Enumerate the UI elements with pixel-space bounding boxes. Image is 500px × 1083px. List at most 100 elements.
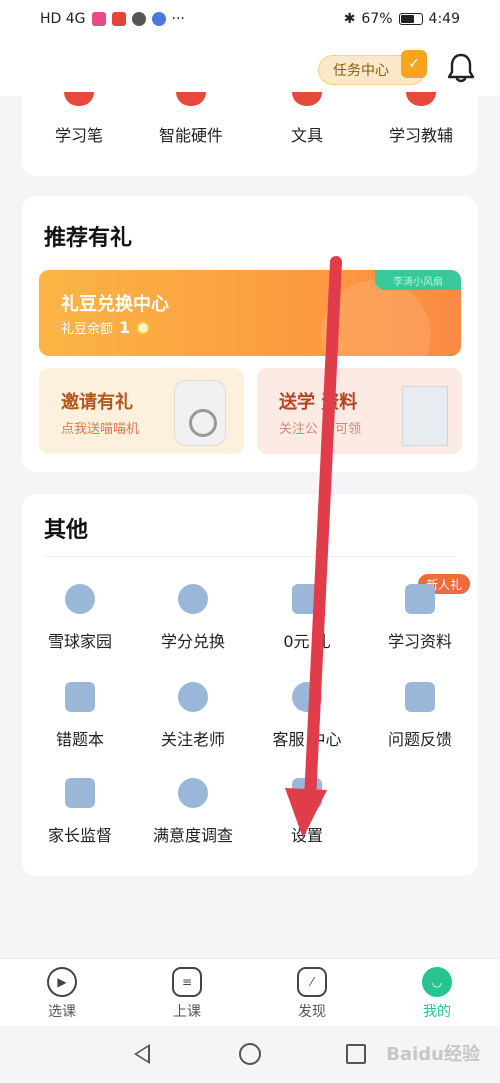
grid-label: 设置 xyxy=(290,826,323,845)
study-material-banner[interactable]: 送学 资料 关注公 号可领 xyxy=(257,368,462,454)
chat-icon: ≡ xyxy=(172,967,202,997)
other-card: 其他 新人礼 雪球家园 学分兑换 0元 礼 学习资料 错题本 关注老师 客服 中… xyxy=(22,494,478,876)
category-label: 学习笔 xyxy=(54,126,103,145)
tab-attend-class[interactable]: ≡ 上课 xyxy=(147,967,227,1021)
category-label: 智能硬件 xyxy=(158,126,223,145)
qq-icon xyxy=(131,12,146,26)
signal-label: HD 4G xyxy=(40,11,86,27)
snowball-icon xyxy=(65,584,95,614)
grid-label: 学分兑换 xyxy=(160,632,225,651)
other-title: 其他 xyxy=(44,518,89,543)
grid-item-study-material[interactable]: 学习资料 xyxy=(363,584,477,652)
grid-item-satisfaction-survey[interactable]: 满意度调查 xyxy=(136,778,250,846)
stationery-icon xyxy=(292,92,322,106)
bluetooth-icon: ✱ xyxy=(343,11,356,27)
recent-apps-icon[interactable] xyxy=(346,1044,366,1064)
recommend-title: 推荐有礼 xyxy=(44,226,133,251)
user-icon xyxy=(178,682,208,712)
grid-item-wrong-questions[interactable]: 错题本 xyxy=(23,682,137,750)
back-icon[interactable] xyxy=(134,1044,150,1064)
divider xyxy=(44,556,456,557)
play-icon: ▶ xyxy=(47,967,77,997)
grid-item-snowball-home[interactable]: 雪球家园 xyxy=(23,584,137,652)
gift-icon xyxy=(292,584,322,614)
grid-label: 客服 中心 xyxy=(272,730,342,749)
study-title: 送学 资料 xyxy=(279,392,358,413)
notebook-icon xyxy=(65,682,95,712)
grid-item-free-gift[interactable]: 0元 礼 xyxy=(250,584,364,652)
page-header: 任务中心 ✓ xyxy=(0,38,500,96)
more-notifications-icon: ··· xyxy=(171,11,185,27)
tab-select-course[interactable]: ▶ 选课 xyxy=(22,967,102,1021)
music-icon xyxy=(151,12,166,26)
settings-icon xyxy=(292,778,322,808)
category-item-stationery[interactable]: 文具 xyxy=(252,92,362,146)
balance-label: 礼豆余额 xyxy=(61,322,114,337)
hardware-icon xyxy=(176,92,206,106)
grid-label: 雪球家园 xyxy=(47,632,112,651)
books-icon xyxy=(406,92,436,106)
exchange-center-banner[interactable]: 李涛小风扇 礼豆兑换中心 礼豆余额 1 xyxy=(39,270,461,356)
tab-label: 选课 xyxy=(48,1004,76,1020)
invite-banner[interactable]: 邀请有礼 点我送喵喵机 xyxy=(39,368,244,454)
tab-label: 发现 xyxy=(298,1004,326,1020)
message-icon xyxy=(405,682,435,712)
book-cover-icon xyxy=(402,386,448,446)
grid-label: 0元 礼 xyxy=(283,632,331,651)
clock: 4:49 xyxy=(428,11,460,27)
grid-item-follow-teacher[interactable]: 关注老师 xyxy=(136,682,250,750)
grid-item-feedback[interactable]: 问题反馈 xyxy=(363,682,477,750)
system-nav-bar: Baidu经验 xyxy=(0,1026,500,1083)
grid-label: 学习资料 xyxy=(387,632,452,651)
tab-discover[interactable]: ⁄ 发现 xyxy=(272,967,352,1021)
smile-icon: ◡ xyxy=(422,967,452,997)
star-badge-icon xyxy=(178,584,208,614)
balance-value: 1 xyxy=(119,318,131,337)
exchange-balance: 礼豆余额 1 xyxy=(61,318,151,337)
recommend-card: 推荐有礼 李涛小风扇 礼豆兑换中心 礼豆余额 1 邀请有礼 点我送喵喵机 送学 … xyxy=(22,196,478,472)
headset-icon xyxy=(292,682,322,712)
category-item-books[interactable]: 学习教辅 xyxy=(366,92,476,146)
shield-icon xyxy=(65,778,95,808)
battery-percent: 67% xyxy=(361,11,393,27)
status-right: ✱ 67% 4:49 xyxy=(344,11,460,27)
flower-icon xyxy=(178,778,208,808)
pen-icon xyxy=(64,92,94,106)
status-left: HD 4G ··· xyxy=(40,11,185,27)
battery-icon xyxy=(398,13,423,25)
task-center-button[interactable]: 任务中心 ✓ xyxy=(318,50,427,85)
grid-item-customer-service[interactable]: 客服 中心 xyxy=(250,682,364,750)
grid-item-parent-supervision[interactable]: 家长监督 xyxy=(23,778,137,846)
grid-label: 错题本 xyxy=(55,730,104,749)
bell-icon[interactable] xyxy=(447,52,475,84)
watermark: Baidu经验 xyxy=(386,1044,480,1065)
invite-subtitle: 点我送喵喵机 xyxy=(61,422,140,437)
grid-label: 满意度调查 xyxy=(152,826,233,845)
invite-title: 邀请有礼 xyxy=(61,392,133,413)
category-item-pen[interactable]: 学习笔 xyxy=(24,92,134,146)
coin-icon xyxy=(136,320,151,335)
status-bar: HD 4G ··· ✱ 67% 4:49 xyxy=(0,0,500,38)
category-card: 学习笔 智能硬件 文具 学习教辅 xyxy=(22,92,478,176)
grid-label: 关注老师 xyxy=(160,730,225,749)
grid-item-credit-exchange[interactable]: 学分兑换 xyxy=(136,584,250,652)
exchange-title: 礼豆兑换中心 xyxy=(61,294,169,315)
compass-icon: ⁄ xyxy=(297,967,327,997)
grid-item-settings[interactable]: 设置 xyxy=(250,778,364,846)
grid-label: 问题反馈 xyxy=(387,730,452,749)
printer-icon xyxy=(174,380,226,446)
book-icon xyxy=(405,584,435,614)
clipboard-check-icon: ✓ xyxy=(401,50,427,78)
app-notification-icon xyxy=(91,12,106,26)
task-center-label: 任务中心 xyxy=(333,63,389,79)
app-notification-icon-2 xyxy=(111,12,126,26)
tab-label: 我的 xyxy=(423,1004,451,1020)
home-icon[interactable] xyxy=(239,1043,261,1065)
study-subtitle: 关注公 号可领 xyxy=(279,422,362,437)
category-label: 文具 xyxy=(290,126,323,145)
exchange-tag: 李涛小风扇 xyxy=(375,270,461,290)
bottom-tab-bar: ▶ 选课 ≡ 上课 ⁄ 发现 ◡ 我的 xyxy=(0,958,500,1026)
tab-mine[interactable]: ◡ 我的 xyxy=(397,967,477,1021)
tab-label: 上课 xyxy=(173,1004,201,1020)
category-item-hardware[interactable]: 智能硬件 xyxy=(136,92,246,146)
